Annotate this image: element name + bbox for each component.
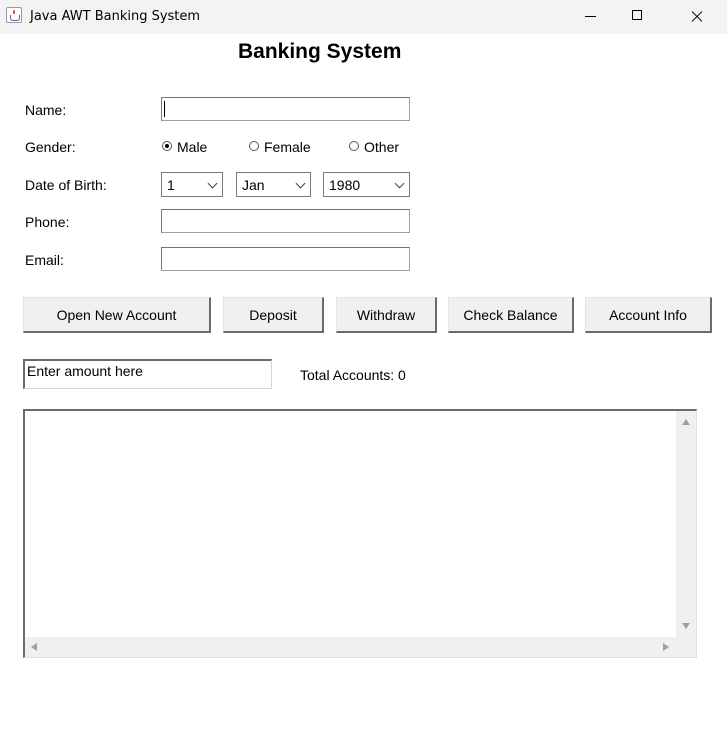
window-title: Java AWT Banking System xyxy=(30,9,201,24)
radio-unselected-icon xyxy=(249,141,259,151)
dob-day-value: 1 xyxy=(167,177,175,193)
phone-label: Phone: xyxy=(25,214,70,230)
amount-input[interactable]: Enter amount here xyxy=(23,359,272,389)
scroll-down-arrow-icon[interactable] xyxy=(682,623,690,629)
check-balance-button[interactable]: Check Balance xyxy=(448,297,574,333)
gender-label: Gender: xyxy=(25,139,76,155)
scroll-left-arrow-icon[interactable] xyxy=(31,643,37,651)
withdraw-button[interactable]: Withdraw xyxy=(336,297,437,333)
scroll-right-arrow-icon[interactable] xyxy=(663,643,669,651)
output-text-area[interactable] xyxy=(23,409,697,658)
page-title: Banking System xyxy=(238,40,402,63)
title-bar: Java AWT Banking System xyxy=(0,0,727,34)
maximize-button[interactable] xyxy=(614,0,660,34)
total-accounts-label: Total Accounts: 0 xyxy=(300,367,406,383)
radio-selected-icon xyxy=(162,141,172,151)
scrollbar-corner xyxy=(676,637,696,657)
gender-option-label: Female xyxy=(264,139,311,155)
chevron-down-icon xyxy=(207,178,218,189)
deposit-button[interactable]: Deposit xyxy=(223,297,324,333)
dob-year-select[interactable]: 1980 xyxy=(323,172,410,197)
dob-label: Date of Birth: xyxy=(25,177,107,193)
name-label: Name: xyxy=(25,102,67,118)
gender-option-label: Other xyxy=(364,139,400,155)
email-label: Email: xyxy=(25,252,64,268)
dob-month-select[interactable]: Jan xyxy=(236,172,311,197)
dob-day-select[interactable]: 1 xyxy=(161,172,223,197)
radio-unselected-icon xyxy=(349,141,359,151)
java-cup-icon xyxy=(6,7,22,23)
vertical-scrollbar[interactable] xyxy=(676,411,696,637)
minimize-button[interactable] xyxy=(568,0,614,34)
email-input[interactable] xyxy=(161,247,410,271)
close-button[interactable] xyxy=(674,0,720,34)
scroll-up-arrow-icon[interactable] xyxy=(682,419,690,425)
dob-year-value: 1980 xyxy=(329,177,361,193)
phone-input[interactable] xyxy=(161,209,410,233)
chevron-down-icon xyxy=(394,178,405,189)
chevron-down-icon xyxy=(295,178,306,189)
text-caret xyxy=(164,101,165,117)
open-account-button[interactable]: Open New Account xyxy=(23,297,211,333)
horizontal-scrollbar[interactable] xyxy=(25,637,677,657)
name-input[interactable] xyxy=(161,97,410,121)
gender-option-label: Male xyxy=(177,139,208,155)
dob-month-value: Jan xyxy=(242,177,265,193)
account-info-button[interactable]: Account Info xyxy=(585,297,712,333)
